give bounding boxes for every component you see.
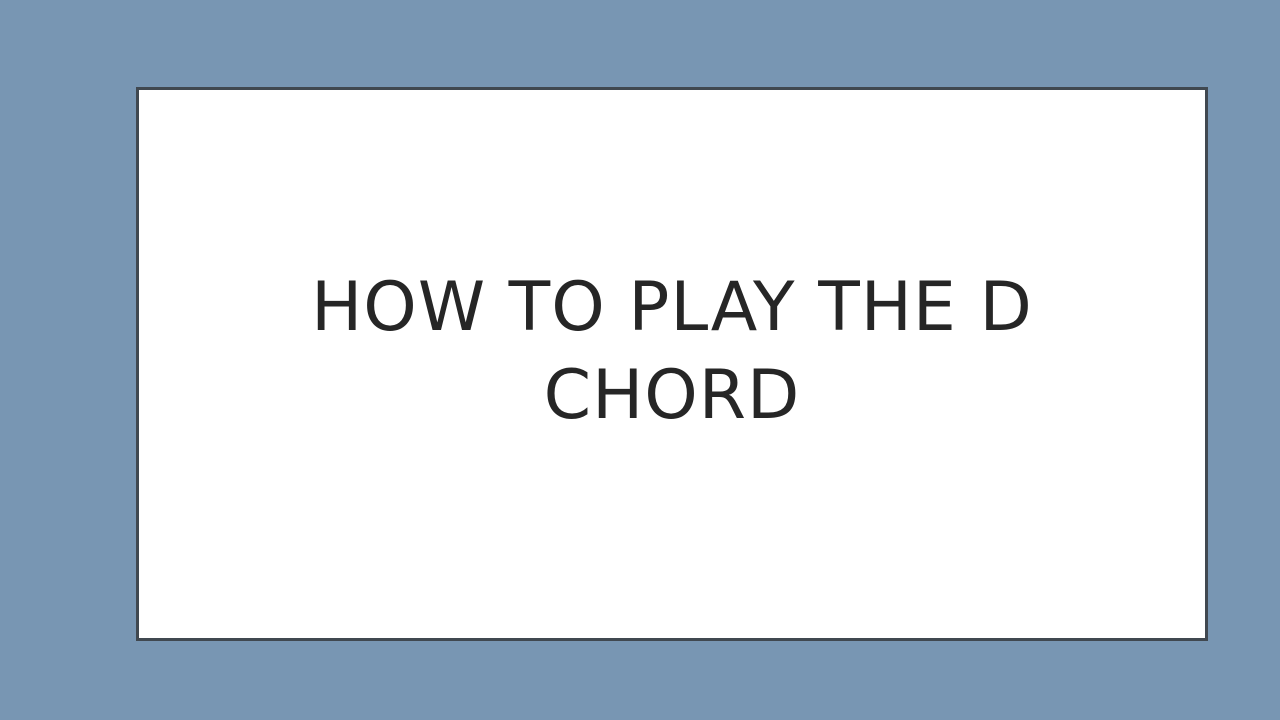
title-frame: HOW TO PLAY THE D CHORD — [136, 87, 1208, 641]
title-line-1: HOW TO PLAY THE D — [311, 268, 1033, 347]
title-line-2: CHORD — [543, 356, 801, 435]
slide-title: HOW TO PLAY THE D CHORD — [232, 264, 1112, 440]
